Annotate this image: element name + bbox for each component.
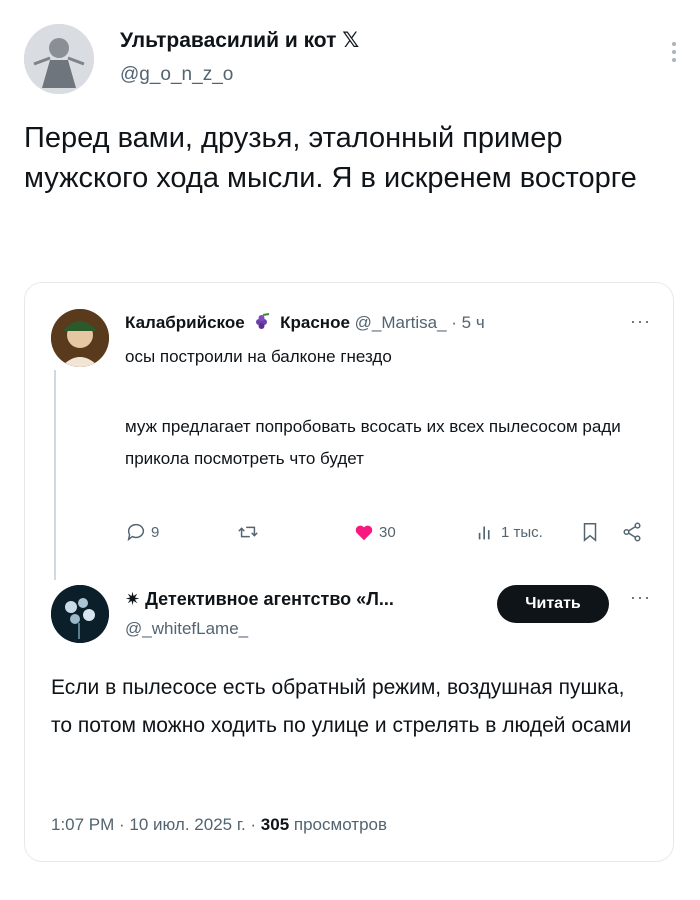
avatar-drawing-icon (24, 24, 94, 94)
reply-footer: 1:07 PM · 10 июл. 2025 г. · 305 просмотр… (51, 815, 387, 835)
more-options-icon[interactable]: ··· (630, 311, 651, 332)
quoted-text-line1: осы построили на балконе гнездо (125, 347, 392, 366)
portrait-avatar-icon (51, 309, 109, 367)
reply-count: 9 (151, 523, 160, 541)
user-handle[interactable]: @g_o_n_z_o (120, 64, 233, 86)
avatar[interactable] (24, 24, 94, 94)
flowers-avatar-icon (51, 585, 109, 643)
reply-icon (127, 523, 145, 542)
quoted-text-body: муж предлагает попробовать всосать их вс… (125, 417, 621, 468)
display-name[interactable]: Ультравасилий и кот 𝕏 (120, 28, 359, 53)
quoted-author-line: Калабрийское Красное @_Martisa_ · 5 ч (125, 313, 485, 333)
avatar[interactable] (51, 585, 109, 643)
share-icon (623, 522, 641, 542)
quoted-author-name-part2[interactable]: Красное (280, 313, 350, 332)
reply-button[interactable]: 9 (125, 521, 159, 543)
more-options-icon[interactable]: ··· (630, 587, 651, 608)
reply-author-handle[interactable]: @_whitefLame_ (125, 619, 248, 639)
bookmark-icon (583, 523, 597, 542)
like-count: 30 (379, 523, 396, 541)
quoted-author-name-part1[interactable]: Калабрийское (125, 313, 245, 332)
views-chart-icon (478, 526, 490, 540)
quoted-thread-card[interactable]: Калабрийское Красное @_Martisa_ · 5 ч ··… (24, 282, 674, 862)
share-button[interactable] (621, 521, 643, 543)
reply-text: Если в пылесосе есть обратный режим, воз… (51, 676, 632, 737)
reply-author-name[interactable]: ✷ Детективное агентство «Л... (125, 589, 394, 610)
action-bar: 9 30 1 тыс. (125, 521, 655, 547)
retweet-icon (238, 526, 258, 538)
grapes-icon (256, 313, 270, 329)
quoted-time: · 5 ч (451, 313, 485, 332)
like-button[interactable]: 30 (353, 521, 396, 543)
tweet-text: Перед вами, друзья, эталонный пример муж… (24, 122, 637, 194)
thread-connector-line (54, 370, 56, 580)
outer-tweet-header: Ультравасилий и кот 𝕏 @g_o_n_z_o (24, 22, 684, 94)
retweet-button[interactable] (237, 521, 259, 543)
bookmark-button[interactable] (579, 521, 601, 543)
read-button[interactable]: Читать (497, 585, 609, 623)
heart-icon (355, 525, 373, 541)
avatar[interactable] (51, 309, 109, 367)
views-button[interactable]: 1 тыс. (475, 521, 543, 543)
more-options-icon[interactable] (670, 42, 678, 66)
reply-views-count: 305 (260, 815, 290, 834)
reply-views-label: просмотров (289, 815, 388, 834)
reply-timestamp[interactable]: 1:07 PM · 10 июл. 2025 г. · (51, 815, 261, 834)
quoted-author-handle[interactable]: @_Martisa_ (355, 313, 447, 332)
views-count: 1 тыс. (501, 523, 543, 541)
